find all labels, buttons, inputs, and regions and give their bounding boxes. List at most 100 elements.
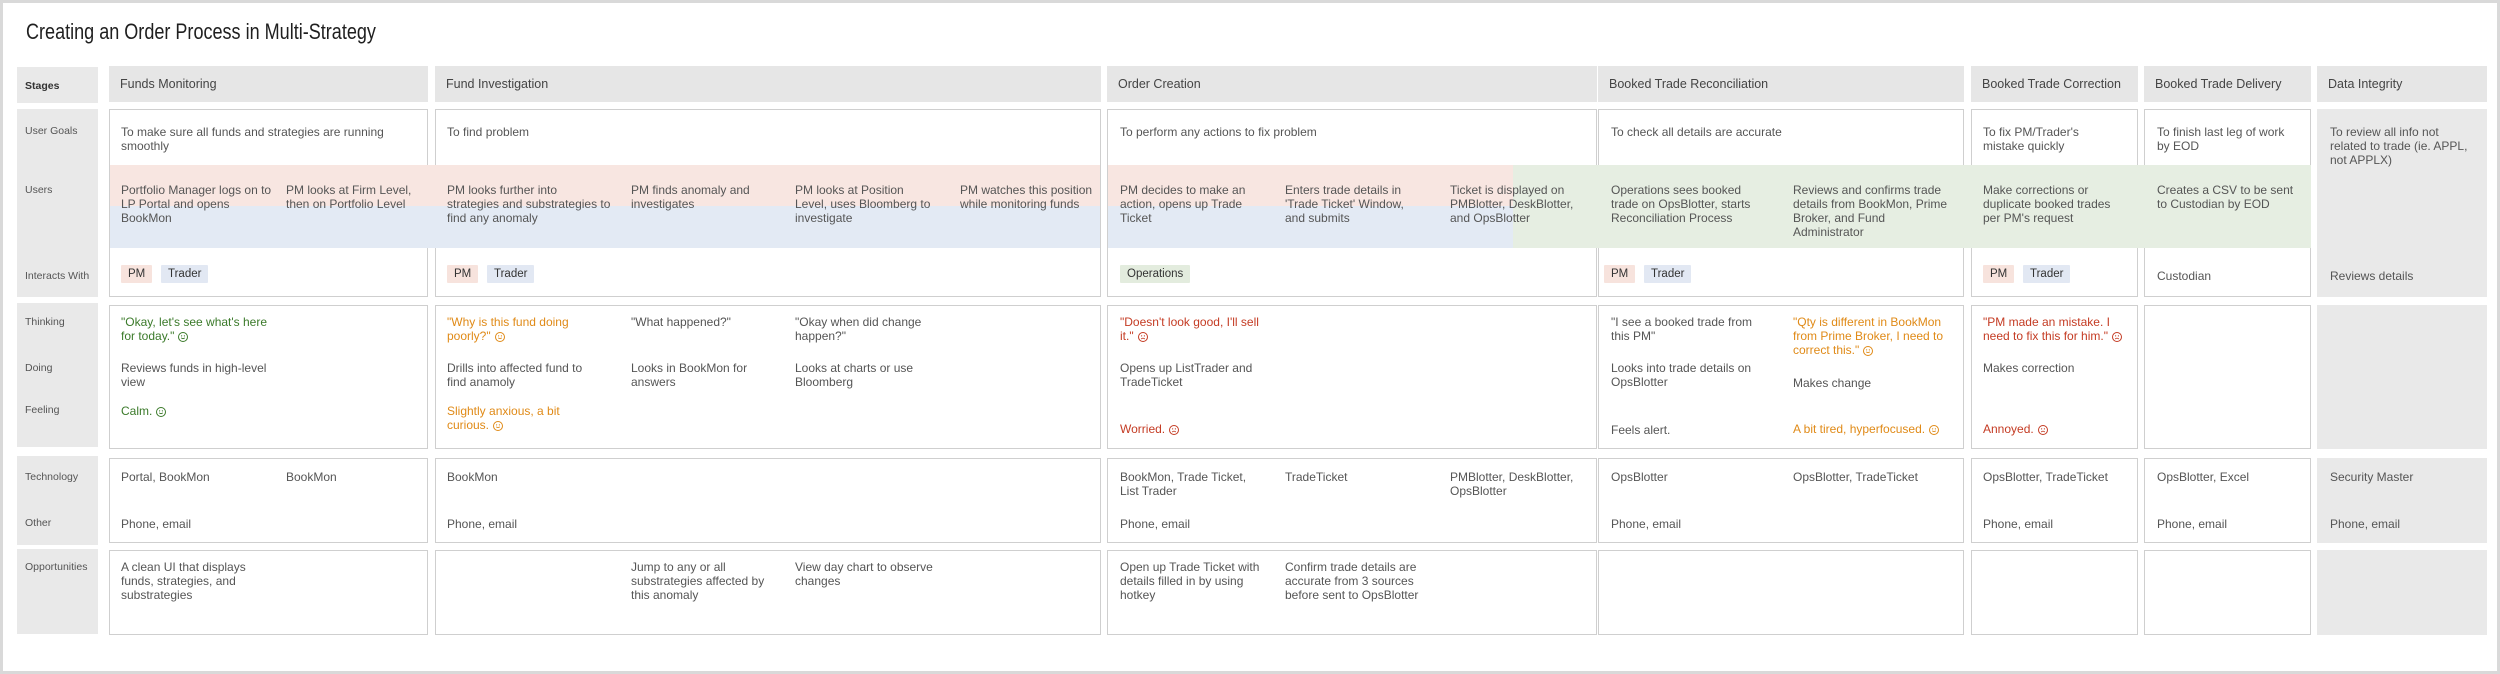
tag-trader: Trader	[161, 265, 209, 283]
doing-reconciliation-1: Looks into trade details on OpsBlotter	[1611, 361, 1752, 390]
other-fund-investigation: Phone, email	[447, 517, 518, 531]
user-step-10: Operations sees booked trade on OpsBlott…	[1611, 183, 1751, 226]
row-label-opportunities: Opportunities	[25, 561, 88, 573]
user-step-6: PM watches this position while monitorin…	[960, 183, 1093, 212]
tag-pm: PM	[1983, 265, 2015, 283]
user-step-2: PM looks at Firm Level, then on Portfoli…	[286, 183, 412, 212]
tag-trader: Trader	[487, 265, 535, 283]
tech-funds-monitoring-2: BookMon	[286, 470, 337, 484]
neutral-face-icon	[1929, 425, 1940, 435]
goal-data-integrity: To review all info not related to trade …	[2330, 125, 2468, 168]
thought-fund-investigation-3: "Okay when did change happen?"	[795, 315, 922, 344]
tag-pm: PM	[1604, 265, 1636, 283]
user-step-5: PM looks at Position Level, uses Bloombe…	[795, 183, 931, 226]
doing-fund-investigation-2: Looks in BookMon for answers	[631, 361, 748, 390]
tag-trader: Trader	[2023, 265, 2071, 283]
feeling-reconciliation-2: A bit tired, hyperfocused.	[1793, 422, 1940, 436]
user-step-11: Reviews and confirms trade details from …	[1793, 183, 1948, 240]
opp-card-data-integrity	[2317, 550, 2487, 635]
goal-delivery: To finish last leg of work by EOD	[2157, 125, 2285, 154]
stage-header-order-creation: Order Creation	[1107, 66, 1597, 102]
feeling-funds-monitoring: Calm.	[121, 404, 167, 418]
opp-card-reconciliation	[1598, 550, 1964, 635]
user-step-3: PM looks further into strategies and sub…	[447, 183, 611, 226]
goal-order-creation: To perform any actions to fix problem	[1120, 125, 1317, 139]
frown-icon	[1169, 425, 1180, 435]
opportunity-3: View day chart to observe changes	[795, 560, 933, 589]
user-step-13: Creates a CSV to be sent to Custodian by…	[2157, 183, 2294, 212]
neutral-face-icon	[494, 332, 505, 343]
frown-icon	[2111, 332, 2122, 343]
row-label-other: Other	[25, 517, 52, 529]
interacts-reviews-details: Reviews details	[2330, 269, 2414, 283]
other-reconciliation: Phone, email	[1611, 517, 1682, 531]
thought-reconciliation-2: "Qty is different in BookMon from Prime …	[1793, 315, 1944, 358]
tech-data-integrity: Security Master	[2330, 470, 2414, 484]
row-label-thinking: Thinking	[25, 316, 65, 328]
experience-card-data-integrity	[2317, 305, 2487, 449]
doing-fund-investigation-1: Drills into affected fund to find anamol…	[447, 361, 583, 390]
tag-trader: Trader	[1644, 265, 1692, 283]
row-label-stages: Stages	[25, 80, 60, 92]
row-label-doing: Doing	[25, 362, 53, 374]
stage-header-funds-monitoring: Funds Monitoring	[109, 66, 428, 102]
feeling-reconciliation-1: Feels alert.	[1611, 423, 1671, 437]
stage-header-booked-trade-reconciliation: Booked Trade Reconciliation	[1598, 66, 1964, 102]
other-order-creation: Phone, email	[1120, 517, 1191, 531]
other-delivery: Phone, email	[2157, 517, 2228, 531]
feeling-fund-investigation: Slightly anxious, a bit curious.	[447, 404, 560, 433]
user-step-7: PM decides to make an action, opens up T…	[1120, 183, 1246, 226]
thought-correction: "PM made an mistake. I need to fix this …	[1983, 315, 2123, 343]
page-title: Creating an Order Process in Multi-Strat…	[26, 19, 376, 44]
opportunity-2: Jump to any or all substrategies affecte…	[631, 560, 765, 603]
goal-funds-monitoring: To make sure all funds and strategies ar…	[121, 125, 384, 154]
frown-icon	[1137, 332, 1148, 343]
smile-icon	[156, 407, 167, 417]
user-step-12: Make corrections or duplicate booked tra…	[1983, 183, 2111, 226]
tech-order-creation-2: TradeTicket	[1285, 470, 1348, 484]
doing-order-creation: Opens up ListTrader and TradeTicket	[1120, 361, 1253, 390]
label-cell-technology	[17, 456, 98, 545]
goal-fund-investigation: To find problem	[447, 125, 530, 139]
tech-fund-investigation: BookMon	[447, 470, 498, 484]
row-label-feeling: Feeling	[25, 404, 60, 416]
tech-reconciliation-1: OpsBlotter	[1611, 470, 1668, 484]
opp-card-correction	[1971, 550, 2138, 635]
other-funds-monitoring: Phone, email	[121, 517, 192, 531]
opportunity-5: Confirm trade details are accurate from …	[1285, 560, 1419, 603]
user-step-9: Ticket is displayed on PMBlotter, DeskBl…	[1450, 183, 1574, 226]
tag-operations: Operations	[1120, 265, 1191, 283]
user-step-4: PM finds anomaly and investigates	[631, 183, 750, 212]
user-step-8: Enters trade details in 'Trade Ticket' W…	[1285, 183, 1404, 226]
tech-funds-monitoring-1: Portal, BookMon	[121, 470, 210, 484]
experience-card-delivery	[2144, 305, 2311, 449]
doing-funds-monitoring: Reviews funds in high-level view	[121, 361, 267, 390]
thought-funds-monitoring: "Okay, let's see what's here for today."	[121, 315, 268, 344]
goal-correction: To fix PM/Trader's mistake quickly	[1983, 125, 2079, 154]
smile-icon	[178, 332, 189, 343]
stage-header-booked-trade-correction: Booked Trade Correction	[1971, 66, 2138, 102]
thought-fund-investigation-1: "Why is this fund doing poorly?"	[447, 315, 569, 344]
doing-reconciliation-2: Makes change	[1793, 376, 1872, 390]
neutral-face-icon	[493, 421, 504, 432]
tech-card-fund-investigation	[435, 458, 1101, 543]
thought-order-creation: "Doesn't look good, I'll sell it."	[1120, 315, 1259, 344]
other-data-integrity: Phone, email	[2330, 517, 2401, 531]
user-step-1: Portfolio Manager logs on to LP Portal a…	[121, 183, 272, 226]
tag-pm: PM	[121, 265, 153, 283]
goal-reconciliation: To check all details are accurate	[1611, 125, 1782, 139]
neutral-face-icon	[1863, 346, 1874, 357]
opportunity-1: A clean UI that displays funds, strategi…	[121, 560, 246, 603]
doing-fund-investigation-3: Looks at charts or use Bloomberg	[795, 361, 914, 390]
interacts-custodian: Custodian	[2157, 269, 2212, 283]
thought-fund-investigation-2: "What happened?"	[631, 315, 731, 329]
opportunity-4: Open up Trade Ticket with details filled…	[1120, 560, 1260, 603]
row-label-users: Users	[25, 184, 53, 196]
journey-map-board: Creating an Order Process in Multi-Strat…	[3, 3, 2497, 671]
thought-reconciliation-1: "I see a booked trade from this PM"	[1611, 315, 1753, 344]
tech-order-creation-1: BookMon, Trade Ticket, List Trader	[1120, 470, 1247, 499]
row-label-user-goals: User Goals	[25, 125, 78, 137]
stage-header-booked-trade-delivery: Booked Trade Delivery	[2144, 66, 2311, 102]
stage-header-data-integrity: Data Integrity	[2317, 66, 2487, 102]
feeling-order-creation: Worried.	[1120, 422, 1180, 436]
